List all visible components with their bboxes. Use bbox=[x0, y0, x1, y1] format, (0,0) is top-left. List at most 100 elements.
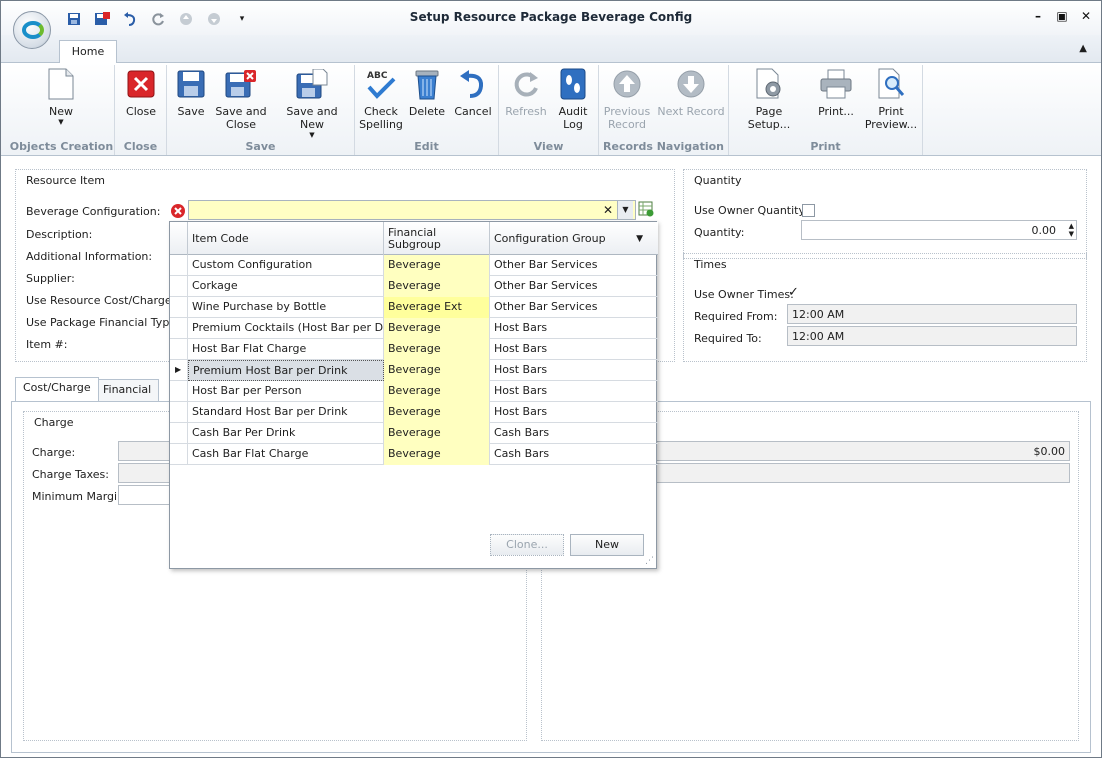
financial-subgroup-cell[interactable]: Beverage Ext bbox=[384, 297, 490, 318]
close-window-icon[interactable]: ✕ bbox=[1079, 9, 1093, 23]
table-row[interactable]: Corkage Beverage Other Bar Services bbox=[170, 276, 658, 297]
configuration-group-cell[interactable]: Other Bar Services bbox=[490, 276, 657, 297]
print-preview-button[interactable]: Print Preview... bbox=[863, 67, 919, 131]
configuration-group-cell[interactable]: Host Bars bbox=[490, 402, 657, 423]
item-code-cell[interactable]: Premium Host Bar per Drink bbox=[188, 360, 384, 381]
resize-grip-icon[interactable]: ⋰ bbox=[645, 556, 654, 566]
required-to-value: 12:00 AM bbox=[792, 330, 845, 343]
refresh-button[interactable]: Refresh bbox=[503, 67, 549, 118]
table-row[interactable]: ▶ Premium Host Bar per Drink Beverage Host … bbox=[170, 360, 658, 381]
save-new-icon bbox=[295, 67, 329, 101]
save-button[interactable]: Save bbox=[173, 67, 209, 118]
clear-icon[interactable]: ✕ bbox=[603, 203, 613, 217]
audit-log-button[interactable]: Audit Log bbox=[553, 67, 593, 131]
financial-subgroup-cell[interactable]: Beverage bbox=[384, 255, 490, 276]
financial-subgroup-cell[interactable]: Beverage bbox=[384, 318, 490, 339]
close-red-icon bbox=[124, 67, 158, 101]
clone-button[interactable]: Clone... bbox=[490, 534, 564, 556]
item-code-cell[interactable]: Standard Host Bar per Drink bbox=[188, 402, 384, 423]
arrow-up-circle-icon bbox=[610, 67, 644, 101]
item-code-cell[interactable]: Cash Bar Flat Charge bbox=[188, 444, 384, 465]
tab-financial[interactable]: Financial bbox=[95, 379, 160, 401]
financial-subgroup-cell[interactable]: Beverage bbox=[384, 381, 490, 402]
item-code-cell[interactable]: Host Bar per Person bbox=[188, 381, 384, 402]
financial-subgroup-header[interactable]: Financial Subgroup bbox=[384, 222, 490, 255]
financial-subgroup-cell[interactable]: Beverage bbox=[384, 444, 490, 465]
print-preview-label-1: Print bbox=[878, 105, 904, 118]
cancel-button[interactable]: Cancel bbox=[453, 67, 493, 118]
item-code-cell[interactable]: Wine Purchase by Bottle bbox=[188, 297, 384, 318]
delete-button[interactable]: Delete bbox=[407, 67, 447, 118]
configuration-group-cell[interactable]: Other Bar Services bbox=[490, 255, 657, 276]
use-owner-times-checkbox[interactable]: ✓ bbox=[788, 286, 801, 300]
financial-subgroup-header-label-1: Financial bbox=[388, 225, 437, 239]
maximize-icon[interactable]: ▣ bbox=[1055, 9, 1069, 23]
row-indicator bbox=[170, 339, 188, 360]
save-and-close-button[interactable]: Save and Close bbox=[215, 67, 267, 131]
table-row[interactable]: Standard Host Bar per Drink Beverage Host … bbox=[170, 402, 658, 423]
item-code-cell[interactable]: Host Bar Flat Charge bbox=[188, 339, 384, 360]
refresh-label: Refresh bbox=[505, 105, 547, 118]
configuration-group-cell[interactable]: Host Bars bbox=[490, 339, 657, 360]
group-label-edit: Edit bbox=[414, 140, 439, 153]
required-from-label: Required From: bbox=[694, 310, 778, 323]
print-preview-label-2: Preview... bbox=[864, 118, 918, 131]
table-row[interactable]: Premium Cocktails (Host Bar per Drink)Be… bbox=[170, 318, 658, 339]
table-row[interactable]: Cash Bar Flat Charge Beverage Cash Bars bbox=[170, 444, 658, 465]
configuration-group-cell[interactable]: Host Bars bbox=[490, 318, 657, 339]
print-button[interactable]: Print... bbox=[811, 67, 861, 118]
check-spelling-button[interactable]: ABC Check Spelling bbox=[359, 67, 403, 131]
financial-subgroup-cell[interactable]: Beverage bbox=[384, 276, 490, 297]
tab-home[interactable]: Home bbox=[59, 40, 117, 64]
quantity-input[interactable]: 0.00 ▲ ▼ bbox=[801, 220, 1077, 240]
cost-input[interactable]: $0.00 bbox=[656, 441, 1070, 461]
item-code-cell[interactable]: Premium Cocktails (Host Bar per Drink) bbox=[188, 318, 384, 339]
new-row-button[interactable]: New bbox=[570, 534, 644, 556]
page-setup-button[interactable]: Page Setup... bbox=[733, 67, 805, 131]
table-row[interactable]: Host Bar Flat Charge Beverage Host Bars bbox=[170, 339, 658, 360]
configuration-group-cell[interactable]: Other Bar Services bbox=[490, 297, 657, 318]
table-row[interactable]: Wine Purchase by Bottle Beverage Ext Other… bbox=[170, 297, 658, 318]
table-row[interactable]: Custom Configuration Beverage Other Bar Se… bbox=[170, 255, 658, 276]
ribbon-group-print: Page Setup... Print... Print Preview... … bbox=[729, 65, 923, 155]
quantity-spinner-icon[interactable]: ▲ ▼ bbox=[1069, 222, 1074, 238]
configuration-group-header[interactable]: Configuration Group ▼ bbox=[490, 222, 657, 255]
next-record-button[interactable]: Next Record bbox=[657, 67, 725, 118]
table-row[interactable]: Host Bar per Person Beverage Host Bars bbox=[170, 381, 658, 402]
item-code-cell[interactable]: Corkage bbox=[188, 276, 384, 297]
cancel-label: Cancel bbox=[454, 105, 492, 118]
financial-subgroup-cell[interactable]: Beverage bbox=[384, 339, 490, 360]
close-button[interactable]: Close bbox=[121, 67, 161, 118]
page-setup-label: Page Setup... bbox=[747, 105, 791, 131]
previous-record-label-1: Previous bbox=[603, 105, 651, 118]
beverage-configuration-dropdown: Item Code Financial Subgroup Configurati… bbox=[169, 221, 658, 569]
save-and-new-button[interactable]: Save and New ▼ bbox=[275, 67, 349, 139]
required-from-input[interactable]: 12:00 AM bbox=[787, 304, 1077, 324]
table-row[interactable]: Cash Bar Per Drink Beverage Cash Bars bbox=[170, 423, 658, 444]
financial-subgroup-cell[interactable]: Beverage bbox=[384, 423, 490, 444]
new-button[interactable]: New ▼ bbox=[39, 67, 83, 126]
minimize-icon[interactable]: – bbox=[1031, 9, 1045, 23]
dropdown-arrow-icon[interactable]: ▼ bbox=[617, 201, 633, 219]
configuration-group-cell[interactable]: Cash Bars bbox=[490, 444, 657, 465]
item-code-cell[interactable]: Cash Bar Per Drink bbox=[188, 423, 384, 444]
application-menu-button[interactable] bbox=[13, 11, 51, 49]
beverage-configuration-combo[interactable]: ✕ ▼ bbox=[188, 200, 636, 220]
financial-subgroup-cell[interactable]: Beverage bbox=[384, 360, 490, 381]
item-code-header[interactable]: Item Code bbox=[188, 222, 384, 255]
ribbon-collapse-icon[interactable]: ▲ bbox=[1079, 43, 1087, 54]
previous-record-button[interactable]: Previous Record bbox=[601, 67, 653, 131]
lookup-grid-icon[interactable] bbox=[638, 201, 654, 220]
ribbon-group-objects-creation: New ▼ Objects Creation bbox=[9, 65, 115, 155]
cost-taxes-input[interactable] bbox=[656, 463, 1070, 483]
item-code-cell[interactable]: Custom Configuration bbox=[188, 255, 384, 276]
use-owner-quantity-checkbox[interactable] bbox=[802, 204, 815, 217]
configuration-group-cell[interactable]: Host Bars bbox=[490, 360, 657, 381]
configuration-group-cell[interactable]: Cash Bars bbox=[490, 423, 657, 444]
configuration-group-cell[interactable]: Host Bars bbox=[490, 381, 657, 402]
financial-subgroup-header-label-2: Subgroup bbox=[388, 237, 441, 251]
tab-cost-charge[interactable]: Cost/Charge bbox=[15, 377, 99, 401]
financial-subgroup-cell[interactable]: Beverage bbox=[384, 402, 490, 423]
check-spelling-label-2: Spelling bbox=[359, 118, 403, 131]
required-to-input[interactable]: 12:00 AM bbox=[787, 326, 1077, 346]
